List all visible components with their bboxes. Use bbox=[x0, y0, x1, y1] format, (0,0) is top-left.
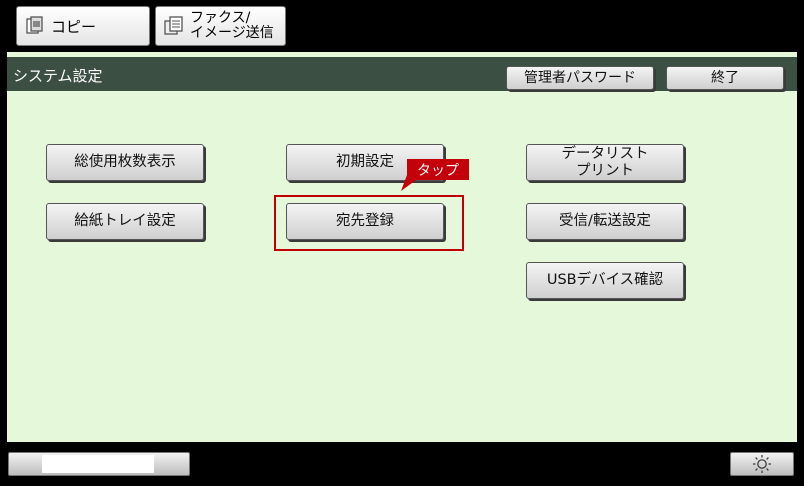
tab-fax-label-line2: イメージ送信 bbox=[190, 25, 274, 41]
admin-password-button[interactable]: 管理者パスワード bbox=[506, 66, 654, 90]
job-status-display bbox=[42, 455, 154, 473]
page-title: システム設定 bbox=[13, 67, 103, 85]
job-status-button[interactable] bbox=[8, 452, 190, 476]
tab-copy-label: コピー bbox=[51, 17, 97, 36]
fax-icon bbox=[164, 16, 183, 35]
tap-callout: タップ bbox=[407, 159, 469, 180]
tab-fax-image-send[interactable]: ファクス/ イメージ送信 bbox=[155, 6, 286, 46]
address-registration-button[interactable]: 宛先登録 bbox=[286, 203, 444, 240]
copy-icon bbox=[26, 16, 43, 34]
receive-forward-settings-button[interactable]: 受信/転送設定 bbox=[526, 203, 684, 240]
tab-fax-label-line1: ファクス/ bbox=[190, 10, 251, 26]
title-bar: システム設定 管理者パスワード 終了 bbox=[7, 57, 797, 91]
brightness-button[interactable] bbox=[730, 452, 794, 476]
touch-panel-screen: コピー ファクス/ イメージ送信 システム設定 管理者パスワード 終了 総使用枚… bbox=[0, 0, 804, 486]
data-list-label-line1: データリスト bbox=[561, 145, 649, 162]
paper-tray-settings-button[interactable]: 給紙トレイ設定 bbox=[46, 203, 204, 240]
end-button[interactable]: 終了 bbox=[666, 66, 784, 90]
system-settings-panel: システム設定 管理者パスワード 終了 総使用枚数表示 給紙トレイ設定 初期設定 … bbox=[7, 52, 797, 442]
data-list-print-button[interactable]: データリスト プリント bbox=[526, 144, 684, 181]
data-list-label-line2: プリント bbox=[576, 162, 634, 179]
tab-copy[interactable]: コピー bbox=[16, 6, 150, 46]
usb-device-check-button[interactable]: USBデバイス確認 bbox=[526, 262, 684, 299]
brightness-icon bbox=[753, 455, 771, 473]
total-count-button[interactable]: 総使用枚数表示 bbox=[46, 144, 204, 181]
